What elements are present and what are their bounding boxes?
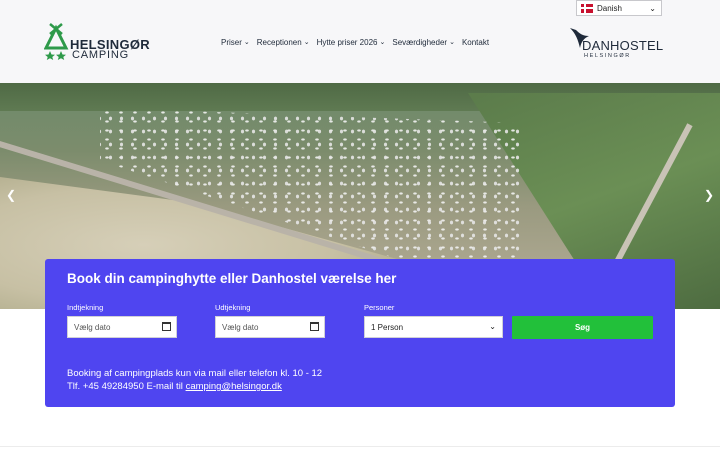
booking-info-contact: Tlf. +45 49284950 E-mail til camping@hel… xyxy=(67,381,282,392)
nav-item-label: Seværdigheder xyxy=(392,37,448,47)
logo-text-helsingor: HELSINGØR xyxy=(584,53,631,59)
checkin-label: Indtjekning xyxy=(67,303,104,312)
chevron-down-icon: ⌄ xyxy=(243,39,250,46)
persons-select[interactable]: 1 Person ⌄ xyxy=(364,316,503,338)
persons-label: Personer xyxy=(364,303,395,312)
language-label: Danish xyxy=(597,3,622,13)
search-button[interactable]: Søg xyxy=(512,316,653,339)
logo-text-danhostel: DANHOSTEL xyxy=(582,38,664,53)
nav-item-label: Priser xyxy=(221,37,242,47)
chevron-down-icon: ⌄ xyxy=(649,4,656,13)
nav-item-receptionen[interactable]: Receptionen ⌄ xyxy=(257,36,310,48)
chevron-down-icon: ⌄ xyxy=(379,39,386,46)
helsingor-camping-logo[interactable]: HELSINGØR CAMPING xyxy=(44,22,150,62)
persons-value: 1 Person xyxy=(371,322,404,332)
section-divider xyxy=(0,446,720,447)
nav-item-priser[interactable]: Priser ⌄ xyxy=(221,36,250,48)
chevron-down-icon: ⌄ xyxy=(489,322,496,331)
nav-item-label: Kontakt xyxy=(461,37,490,47)
danhostel-logo[interactable]: DANHOSTEL HELSINGØR xyxy=(568,24,664,64)
nav-item-kontakt[interactable]: Kontakt xyxy=(462,36,489,48)
booking-title: Book din campinghytte eller Danhostel væ… xyxy=(67,271,397,286)
nav-item-label: Hytte priser 2026 xyxy=(316,37,378,47)
site-header: HELSINGØR CAMPING Priser ⌄ Receptionen ⌄ H… xyxy=(0,0,720,83)
checkin-date-input[interactable]: Vælg dato xyxy=(67,316,177,338)
language-selector[interactable]: Danish ⌄ xyxy=(576,0,662,16)
checkin-placeholder: Vælg dato xyxy=(74,322,111,332)
main-nav: Priser ⌄ Receptionen ⌄ Hytte priser 2026 ⌄ … xyxy=(221,36,489,48)
chevron-down-icon: ⌄ xyxy=(449,39,455,46)
booking-info-hours: Booking af campingplads kun via mail ell… xyxy=(67,368,323,379)
nav-item-hytte-priser[interactable]: Hytte priser 2026 ⌄ xyxy=(317,36,386,48)
checkout-date-input[interactable]: Vælg dato xyxy=(215,316,325,338)
logo-text-camping: CAMPING xyxy=(72,49,129,61)
checkout-placeholder: Vælg dato xyxy=(222,322,259,332)
nav-item-seværdigheder[interactable]: Seværdigheder ⌄ xyxy=(392,36,455,48)
email-link[interactable]: camping@helsingor.dk xyxy=(186,381,282,392)
chevron-left-icon[interactable]: ❮ xyxy=(6,188,16,202)
booking-panel: Book din campinghytte eller Danhostel væ… xyxy=(45,259,675,407)
checkout-label: Udtjekning xyxy=(215,303,251,312)
tent-star-icon xyxy=(44,23,69,60)
calendar-icon[interactable] xyxy=(310,322,319,331)
danish-flag-icon xyxy=(581,3,593,13)
chevron-down-icon: ⌄ xyxy=(303,39,310,46)
chevron-right-icon[interactable]: ❯ xyxy=(704,188,714,202)
calendar-icon[interactable] xyxy=(162,322,171,331)
nav-item-label: Receptionen xyxy=(256,37,302,47)
contact-phone-text: Tlf. +45 49284950 E-mail til xyxy=(67,381,186,392)
